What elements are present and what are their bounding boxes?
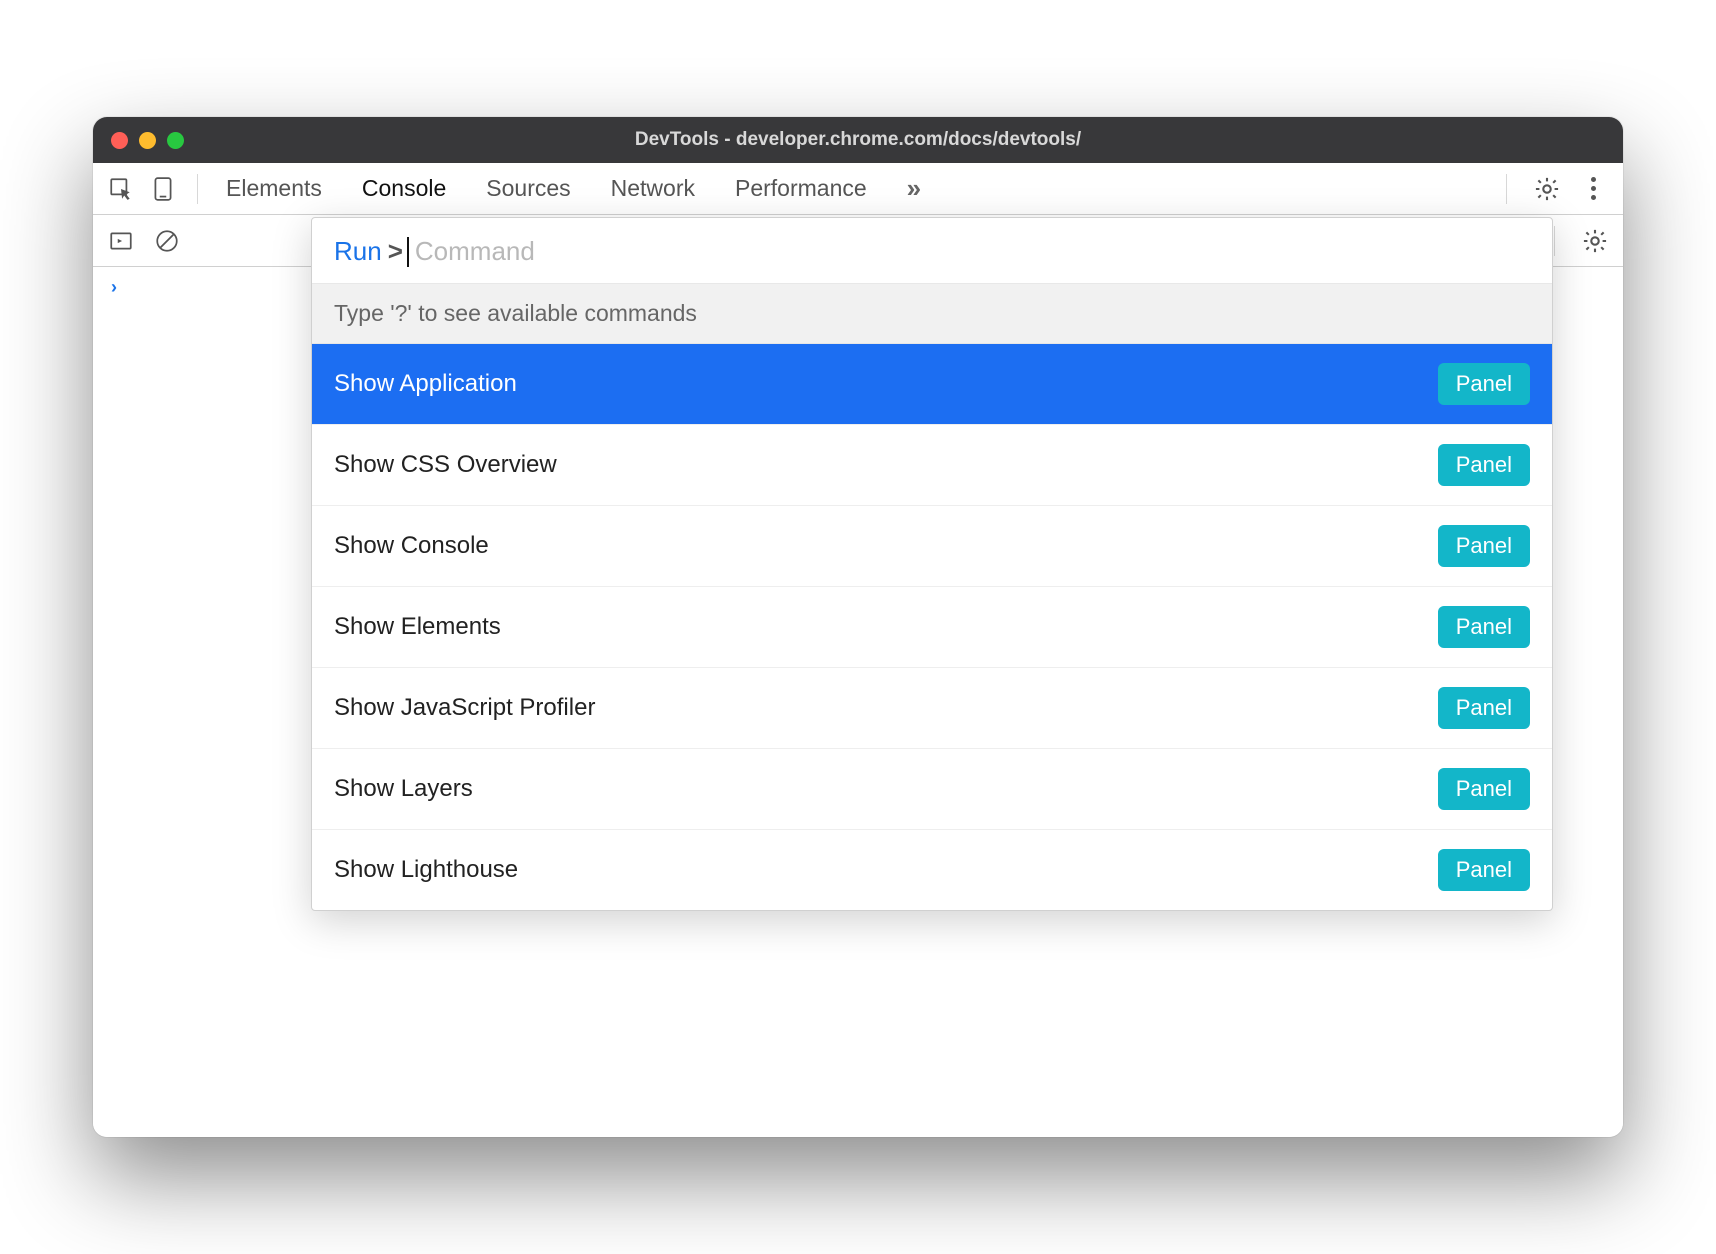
tab-performance[interactable]: Performance xyxy=(735,175,867,202)
command-item-label: Show Console xyxy=(334,532,489,560)
command-item-show-elements[interactable]: Show Elements Panel xyxy=(312,587,1552,668)
command-item-badge: Panel xyxy=(1438,687,1530,729)
command-input[interactable]: Command xyxy=(415,236,535,267)
command-item-badge: Panel xyxy=(1438,444,1530,486)
command-item-badge: Panel xyxy=(1438,525,1530,567)
command-item-label: Show Elements xyxy=(334,613,501,641)
more-tabs-icon[interactable]: » xyxy=(907,173,917,204)
command-item-show-lighthouse[interactable]: Show Lighthouse Panel xyxy=(312,830,1552,910)
command-item-badge: Panel xyxy=(1438,768,1530,810)
command-item-badge: Panel xyxy=(1438,363,1530,405)
device-toggle-icon[interactable] xyxy=(147,173,179,205)
command-item-show-console[interactable]: Show Console Panel xyxy=(312,506,1552,587)
command-item-label: Show Layers xyxy=(334,775,473,803)
text-cursor xyxy=(407,237,409,267)
command-item-badge: Panel xyxy=(1438,849,1530,891)
command-item-show-layers[interactable]: Show Layers Panel xyxy=(312,749,1552,830)
tab-network[interactable]: Network xyxy=(611,175,695,202)
clear-console-icon[interactable] xyxy=(151,225,183,257)
toggle-drawer-icon[interactable] xyxy=(105,225,137,257)
toolbar-left xyxy=(101,173,187,205)
titlebar: DevTools - developer.chrome.com/docs/dev… xyxy=(93,117,1623,163)
maximize-window-button[interactable] xyxy=(167,132,184,149)
window-title: DevTools - developer.chrome.com/docs/dev… xyxy=(93,129,1623,151)
panel-tabs: Elements Console Sources Network Perform… xyxy=(208,173,1496,204)
settings-gear-icon[interactable] xyxy=(1531,173,1563,205)
toolbar-separator-right xyxy=(1506,174,1507,204)
command-menu: Run > Command Type '?' to see available … xyxy=(311,217,1553,911)
subtoolbar-separator xyxy=(1554,226,1555,256)
command-input-row[interactable]: Run > Command xyxy=(312,218,1552,284)
command-item-label: Show Application xyxy=(334,370,517,398)
tab-console[interactable]: Console xyxy=(362,175,446,202)
command-item-badge: Panel xyxy=(1438,606,1530,648)
devtools-window: DevTools - developer.chrome.com/docs/dev… xyxy=(93,117,1623,1137)
command-item-show-application[interactable]: Show Application Panel xyxy=(312,344,1552,425)
command-item-label: Show Lighthouse xyxy=(334,856,518,884)
command-hint: Type '?' to see available commands xyxy=(312,284,1552,344)
inspect-element-icon[interactable] xyxy=(105,173,137,205)
toolbar-separator xyxy=(197,174,198,204)
minimize-window-button[interactable] xyxy=(139,132,156,149)
console-settings-gear-icon[interactable] xyxy=(1579,225,1611,257)
command-item-label: Show JavaScript Profiler xyxy=(334,694,595,722)
command-prompt-char: > xyxy=(388,236,403,267)
main-toolbar: Elements Console Sources Network Perform… xyxy=(93,163,1623,215)
command-item-show-css-overview[interactable]: Show CSS Overview Panel xyxy=(312,425,1552,506)
tab-sources[interactable]: Sources xyxy=(486,175,570,202)
toolbar-right xyxy=(1496,173,1615,205)
tab-elements[interactable]: Elements xyxy=(226,175,322,202)
command-item-show-js-profiler[interactable]: Show JavaScript Profiler Panel xyxy=(312,668,1552,749)
command-prefix: Run xyxy=(334,236,382,267)
kebab-menu-icon[interactable] xyxy=(1577,173,1609,205)
close-window-button[interactable] xyxy=(111,132,128,149)
traffic-lights xyxy=(111,132,184,149)
command-item-label: Show CSS Overview xyxy=(334,451,557,479)
